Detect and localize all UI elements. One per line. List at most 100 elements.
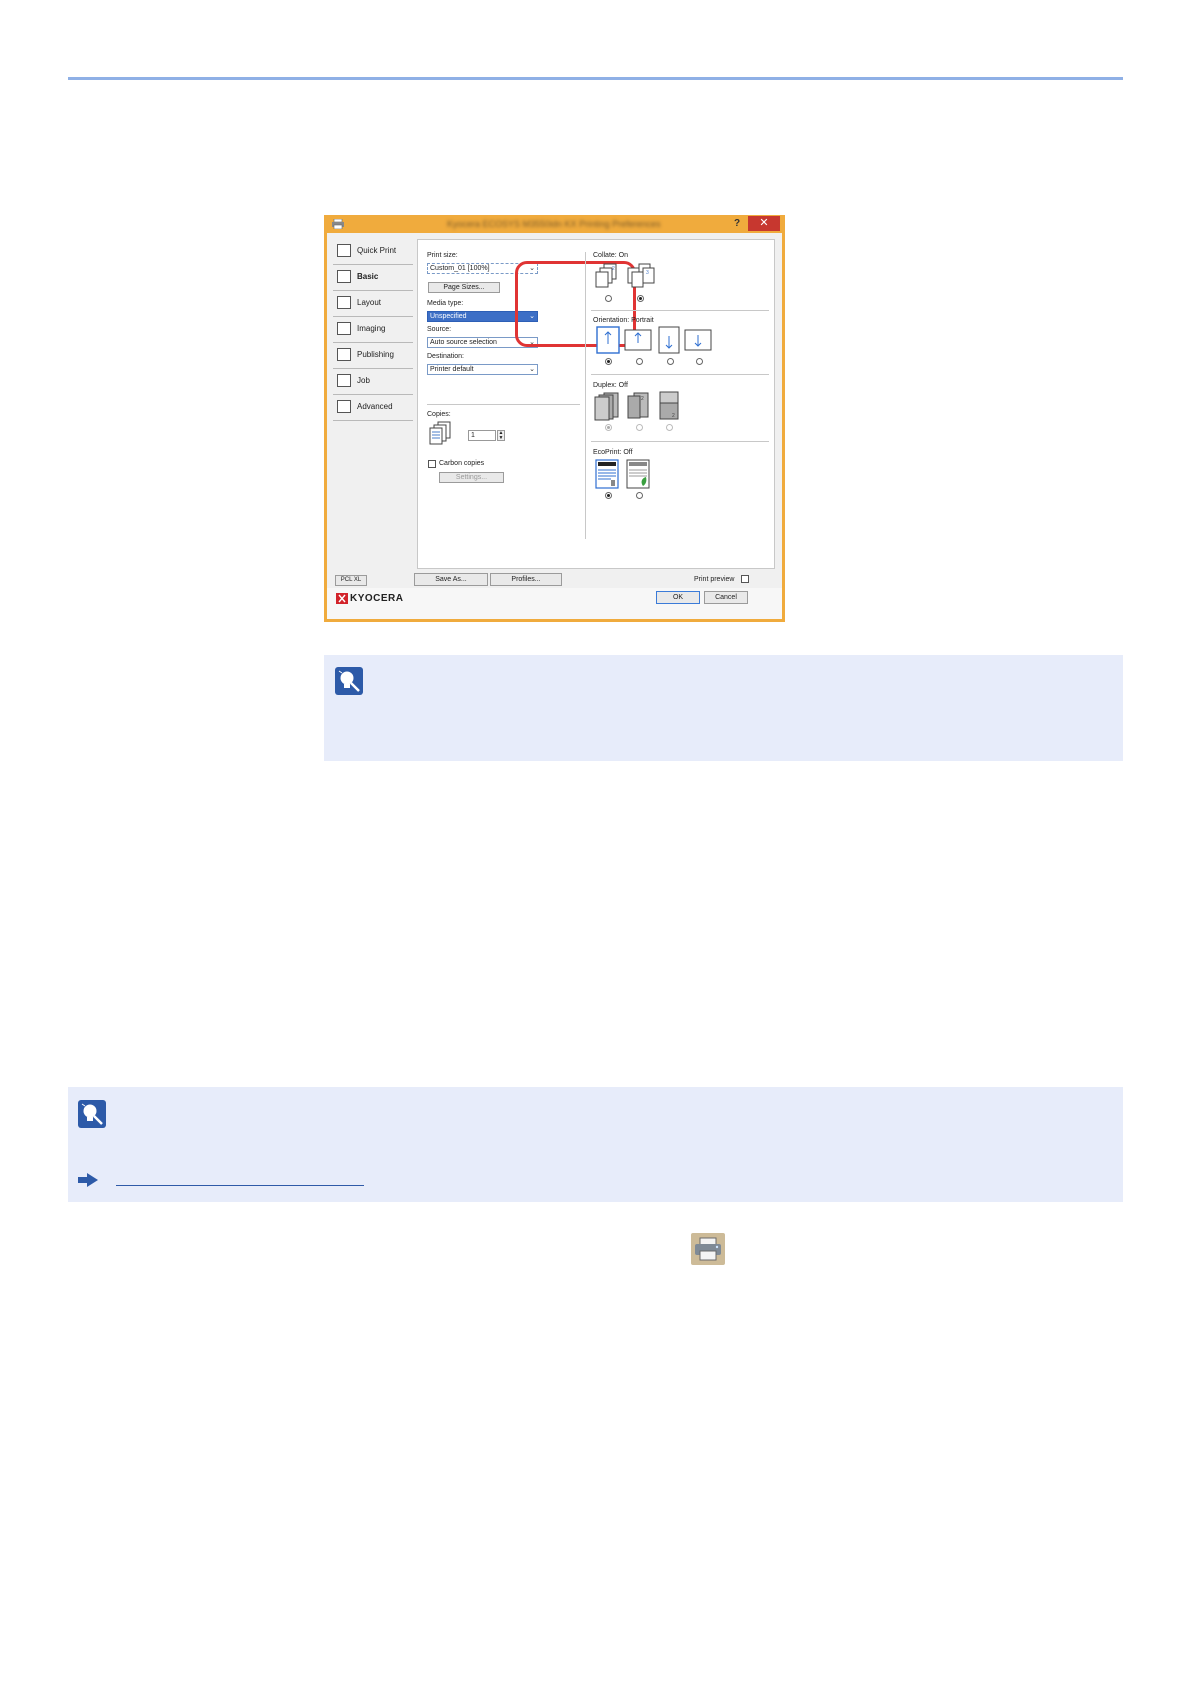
cancel-button[interactable]: Cancel: [704, 591, 748, 604]
landscape-radio[interactable]: [636, 358, 643, 365]
duplex-short-edge-radio[interactable]: [666, 424, 673, 431]
left-navigation: Quick Print Basic Layout Imaging Publish…: [333, 239, 413, 421]
ecoprint-on-radio[interactable]: [636, 492, 643, 499]
svg-text:2: 2: [612, 266, 615, 272]
copies-value: 1: [471, 432, 475, 439]
collate-on-icon: 3: [627, 263, 655, 288]
print-size-label: Print size:: [427, 252, 458, 259]
kyocera-brand: KYOCERA: [350, 593, 404, 604]
nav-item-layout[interactable]: Layout: [333, 291, 413, 317]
landscape-orientation-icon: [624, 329, 652, 351]
ok-button[interactable]: OK: [656, 591, 700, 604]
ecoprint-off-radio[interactable]: [605, 492, 612, 499]
publishing-icon: [337, 348, 351, 361]
lightbulb-note-icon: [335, 667, 363, 695]
portrait-rotated-orientation-icon: [658, 326, 680, 354]
profiles-button[interactable]: Profiles...: [490, 573, 562, 586]
help-button[interactable]: ?: [730, 217, 744, 231]
header-rule: [68, 77, 1123, 80]
collate-label: Collate: On: [593, 252, 629, 259]
orientation-label: Orientation: Portrait: [593, 317, 654, 324]
collate-on-radio[interactable]: [637, 295, 644, 302]
collate-off-icon: 2: [595, 263, 617, 288]
nav-item-publishing[interactable]: Publishing: [333, 343, 413, 369]
printer-app-icon: [332, 219, 344, 229]
source-label: Source:: [427, 326, 452, 333]
page-sizes-button[interactable]: Page Sizes...: [428, 282, 500, 293]
column-separator: [585, 252, 586, 539]
kyocera-logo-icon: [336, 593, 348, 604]
nav-item-imaging[interactable]: Imaging: [333, 317, 413, 343]
duplex-off-radio[interactable]: [605, 424, 612, 431]
divider: [591, 374, 769, 375]
close-button[interactable]: ✕: [748, 216, 780, 231]
dialog-title: Kyocera ECOSYS M3550idn KX Printing Pref…: [447, 219, 661, 229]
collate-off-radio[interactable]: [605, 295, 612, 302]
duplex-long-edge-radio[interactable]: [636, 424, 643, 431]
nav-item-label: Publishing: [357, 350, 394, 359]
svg-text:2: 2: [641, 396, 644, 402]
destination-select[interactable]: Printer default ⌄: [427, 364, 538, 375]
source-value: Auto source selection: [430, 339, 497, 346]
nav-item-label: Quick Print: [357, 246, 397, 255]
layout-icon: [337, 296, 351, 309]
divider: [591, 310, 769, 311]
duplex-long-edge-icon: 2: [627, 392, 649, 419]
reference-link[interactable]: [116, 1185, 364, 1186]
nav-item-advanced[interactable]: Advanced: [333, 395, 413, 421]
divider: [591, 441, 769, 442]
duplex-off-icon: [594, 392, 619, 421]
nav-item-job[interactable]: Job: [333, 369, 413, 395]
advanced-icon: [337, 400, 351, 413]
basic-settings-panel: Print size: Custom_01 [100%] ⌄ Page Size…: [417, 239, 775, 569]
nav-item-label: Basic: [357, 272, 379, 281]
imaging-icon: [337, 322, 351, 335]
ecoprint-label: EcoPrint: Off: [593, 449, 633, 456]
right-arrow-icon: [78, 1173, 98, 1187]
nav-item-label: Layout: [357, 298, 382, 307]
portrait-orientation-icon: [596, 326, 620, 354]
duplex-label: Duplex: Off: [593, 382, 628, 389]
print-preview-checkbox[interactable]: [741, 575, 749, 583]
printer-icon: [691, 1233, 725, 1265]
landscape-rotated-radio[interactable]: [696, 358, 703, 365]
save-as-button[interactable]: Save As...: [414, 573, 488, 586]
reference-note-box: [68, 1087, 1123, 1202]
portrait-radio[interactable]: [605, 358, 612, 365]
title-bar: Kyocera ECOSYS M3550idn KX Printing Pref…: [327, 215, 782, 233]
nav-item-label: Job: [357, 376, 370, 385]
job-icon: [337, 374, 351, 387]
basic-icon: [337, 270, 351, 283]
lightbulb-note-icon: [78, 1100, 106, 1128]
copies-input[interactable]: 1: [468, 430, 496, 441]
copies-label: Copies:: [427, 411, 451, 418]
ecoprint-off-icon: [595, 459, 619, 489]
copies-icon: [429, 421, 451, 445]
landscape-rotated-orientation-icon: [684, 329, 712, 351]
chevron-down-icon: ⌄: [529, 366, 535, 373]
printing-preferences-dialog: Kyocera ECOSYS M3550idn KX Printing Pref…: [324, 215, 785, 622]
media-type-value: Unspecified: [430, 313, 467, 320]
print-preview-label: Print preview: [694, 576, 735, 583]
nav-item-label: Imaging: [357, 324, 386, 333]
copies-spin-button[interactable]: ▲ ▼: [497, 430, 505, 441]
carbon-settings-button[interactable]: Settings...: [439, 472, 504, 483]
portrait-rotated-radio[interactable]: [667, 358, 674, 365]
duplex-short-edge-icon: 2: [659, 391, 679, 420]
nav-item-basic[interactable]: Basic: [333, 265, 413, 291]
destination-value: Printer default: [430, 366, 474, 373]
nav-item-quick-print[interactable]: Quick Print: [333, 239, 413, 265]
svg-text:3: 3: [646, 270, 649, 276]
divider: [427, 404, 580, 405]
nav-item-label: Advanced: [357, 402, 393, 411]
destination-label: Destination:: [427, 353, 464, 360]
print-size-value: Custom_01 [100%]: [430, 265, 490, 272]
quick-print-icon: [337, 244, 351, 257]
pcl-xl-button[interactable]: PCL XL: [335, 575, 367, 586]
media-type-label: Media type:: [427, 300, 464, 307]
carbon-copies-label: Carbon copies: [439, 460, 485, 467]
ecoprint-on-icon: [626, 459, 650, 489]
dialog-client-area: Quick Print Basic Layout Imaging Publish…: [327, 233, 782, 619]
carbon-copies-checkbox[interactable]: [428, 460, 436, 468]
svg-text:2: 2: [672, 413, 675, 419]
